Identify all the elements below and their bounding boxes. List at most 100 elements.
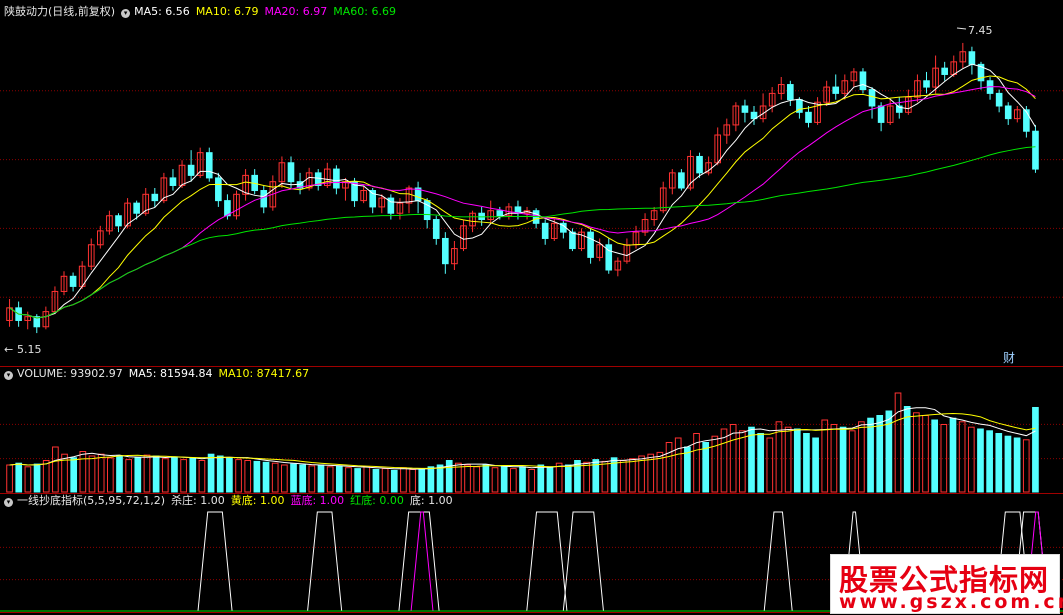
volume-bar [958, 421, 966, 493]
volume-bar [949, 417, 957, 493]
volume-bar [684, 446, 691, 493]
volume-bar [876, 415, 884, 493]
volume-bar [418, 468, 426, 493]
volume-bar [381, 468, 389, 493]
bottom-signal [526, 511, 568, 612]
candle-body [741, 105, 749, 113]
volume-bar [116, 455, 123, 493]
low-arrow-icon: ← [4, 343, 13, 356]
volume-bar [226, 457, 233, 493]
candle-body [442, 237, 449, 265]
candle-body [133, 202, 140, 214]
volume-bar [326, 466, 334, 493]
settings-icon[interactable]: ▾ [4, 371, 13, 380]
volume-bar [748, 426, 755, 493]
volume-bar [171, 456, 178, 493]
volume-bar [812, 437, 819, 493]
volume-bar [500, 465, 508, 493]
volume-bar [235, 459, 242, 493]
volume-bar [290, 463, 297, 493]
candle-body [696, 155, 703, 174]
volume-bar [665, 442, 673, 493]
volume-bar [574, 460, 581, 493]
volume-bar [619, 460, 627, 493]
volume-bar [390, 469, 398, 493]
volume-bar [88, 455, 96, 493]
volume-bar [400, 467, 407, 493]
blue-bottom-signal [410, 511, 434, 612]
candle-body [877, 105, 885, 123]
volume-bar [482, 464, 490, 493]
high-marker-line [956, 27, 967, 30]
candle-body [541, 222, 549, 239]
volume-bar [436, 464, 444, 493]
settings-icon[interactable]: ▾ [4, 498, 13, 507]
volume-bar [867, 417, 874, 493]
candle-body [333, 168, 340, 189]
volume-bar [931, 419, 939, 493]
volume-bar [363, 466, 371, 493]
volume-bar [24, 466, 32, 493]
volume-bar [79, 451, 87, 493]
ma20-value: MA20: 6.97 [264, 5, 328, 18]
candle-body [678, 172, 685, 189]
volume-bar [528, 469, 535, 493]
ma60-value: MA60: 6.69 [333, 5, 396, 18]
volume-bar [1004, 435, 1012, 493]
volume-bar [564, 464, 572, 493]
volume-bar [271, 462, 279, 493]
main-header: 陕鼓动力(日线,前复权) ▾ MA5: 6.56 MA10: 6.79 MA20: 6.… [4, 5, 402, 19]
volume-bar [702, 442, 710, 493]
volume-header: ▾ VOLUME: 93902.97 MA5: 81594.84 MA10: 8741… [4, 367, 315, 381]
volume-bar [1013, 437, 1021, 493]
volume-bar [1032, 406, 1039, 493]
bottom-signal [562, 511, 604, 612]
volume-bar [674, 437, 682, 493]
volume-bar [473, 466, 481, 493]
finance-marker[interactable]: 财 [1003, 351, 1015, 365]
volume-bar [6, 464, 13, 493]
candle-body [923, 80, 930, 88]
indicator-name[interactable]: 一线抄底指标(5,5,95,72,1,2) [17, 494, 165, 507]
volume-bar [583, 461, 590, 493]
volume-bar [335, 465, 343, 493]
candle-body [115, 215, 122, 227]
candle-body [968, 51, 976, 65]
stock-title[interactable]: 陕鼓动力(日线,前复权) [4, 5, 115, 18]
candle-body [832, 86, 840, 94]
candle-body [859, 71, 867, 91]
indicator-landi: 蓝底: 1.00 [290, 494, 345, 507]
candle-body [787, 84, 794, 101]
volume-bar [922, 415, 929, 493]
volume-bar [464, 464, 471, 493]
volume-bar [638, 455, 645, 493]
candle-body [941, 67, 948, 75]
volume-bar [995, 433, 1003, 493]
volume-bar [519, 466, 526, 493]
bottom-signal [307, 511, 343, 612]
volume-bar [143, 454, 151, 493]
volume-bar [106, 457, 114, 493]
low-price-label: 5.15 [17, 343, 42, 356]
volume-bar [491, 467, 499, 493]
volume-panel [6, 392, 1039, 493]
volume-bar [766, 437, 774, 493]
ma10-value: MA10: 6.79 [195, 5, 259, 18]
settings-icon[interactable]: ▾ [121, 9, 131, 18]
volume-bar [1022, 439, 1030, 493]
candle-body [215, 177, 222, 202]
chart-canvas: 7.45 5.15 ← 财 [0, 24, 1063, 613]
volume-bar [161, 458, 169, 493]
high-price-label: 7.45 [968, 24, 993, 37]
volume-bar [537, 464, 545, 493]
candle-body [587, 231, 594, 258]
indicator-shazhuang: 杀庄: 1.00 [171, 494, 225, 507]
candle-body [805, 111, 812, 123]
volume-bar [372, 469, 380, 493]
volume-bar [216, 455, 224, 493]
volume-bar [839, 426, 847, 493]
watermark-url: www.gszx.com.cn [839, 591, 1063, 613]
volume-bar [70, 457, 78, 493]
ma5-value: MA5: 6.56 [134, 5, 190, 18]
volume-bar [894, 392, 902, 493]
